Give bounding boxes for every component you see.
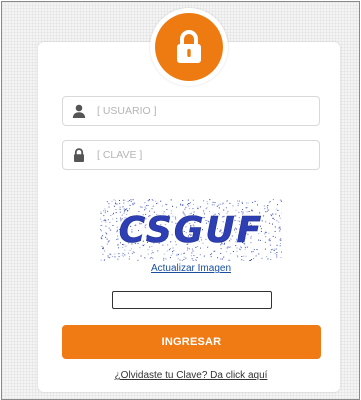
refresh-captcha-link[interactable]: Actualizar Imagen [62, 263, 320, 274]
username-input[interactable] [97, 102, 307, 120]
captcha-input[interactable] [112, 291, 272, 309]
login-button[interactable]: INGRESAR [62, 325, 321, 359]
lock-icon [74, 148, 84, 162]
password-input[interactable] [97, 146, 307, 164]
username-field [62, 96, 320, 126]
password-field [62, 140, 320, 170]
lock-badge [150, 8, 228, 86]
lock-icon [177, 30, 201, 63]
user-icon [72, 104, 86, 118]
lock-badge-circle [155, 13, 223, 81]
forgot-password-link[interactable]: ¿Olvidaste tu Clave? Da click aquí [62, 370, 320, 381]
captcha-image: CSGUF [100, 199, 283, 262]
captcha-text: CSGUF [119, 210, 263, 251]
